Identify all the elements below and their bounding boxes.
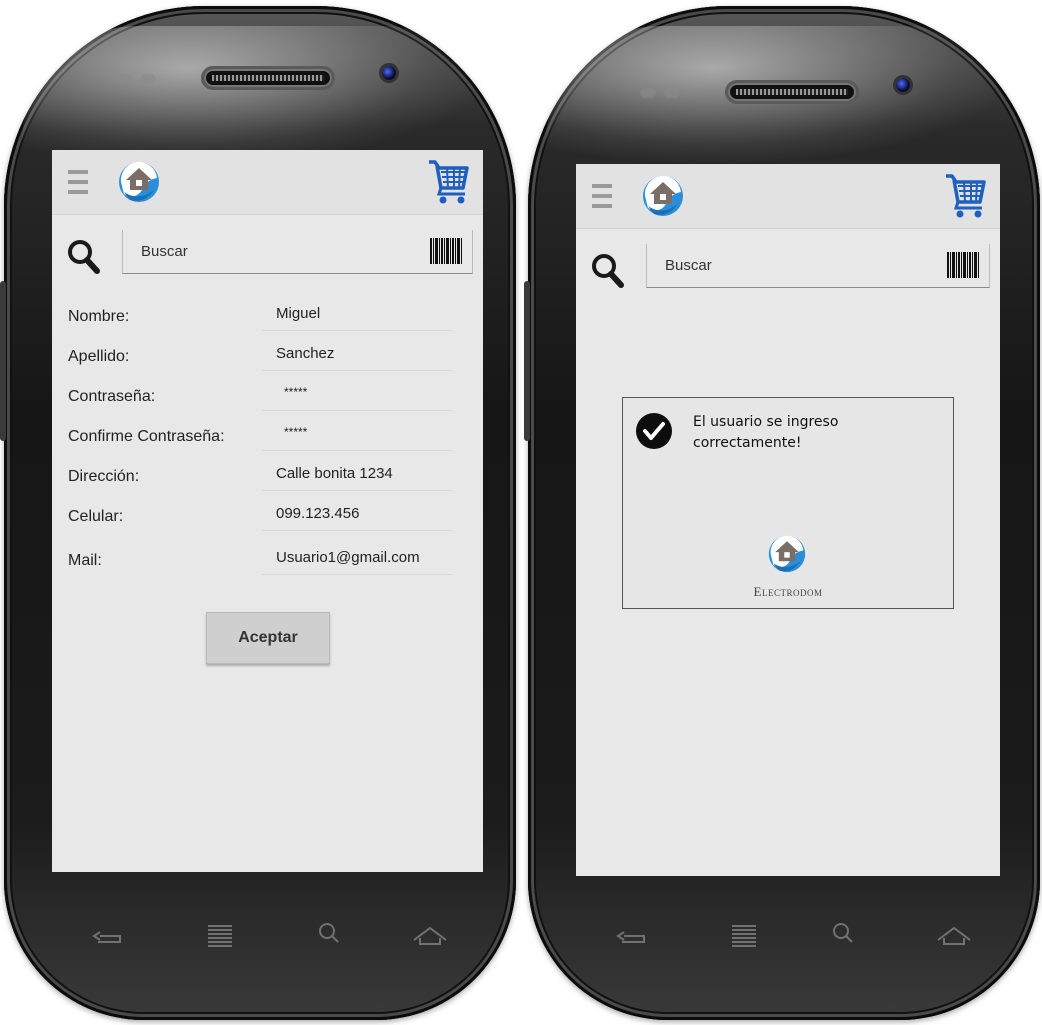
form-label: Contraseña: bbox=[68, 388, 156, 405]
speaker-grille bbox=[204, 69, 332, 87]
phone-gloss bbox=[22, 26, 498, 166]
field-value: Miguel bbox=[276, 305, 321, 322]
form-label: Dirección: bbox=[68, 468, 140, 485]
logo-icon[interactable] bbox=[116, 160, 162, 204]
nombre-field[interactable]: Miguel bbox=[262, 296, 452, 331]
back-icon[interactable] bbox=[90, 914, 130, 954]
form-label: Nombre: bbox=[68, 308, 130, 325]
accept-button[interactable]: Aceptar bbox=[206, 612, 330, 664]
form-row-direccion: Dirección: Calle bonita 1234 bbox=[52, 456, 483, 496]
form-label: Mail: bbox=[68, 552, 102, 569]
recent-icon[interactable] bbox=[200, 914, 240, 954]
field-value: ***** bbox=[284, 385, 308, 399]
address-field[interactable]: Calle bonita 1234 bbox=[262, 456, 452, 491]
search-input[interactable]: Buscar bbox=[122, 230, 473, 274]
logo-icon[interactable] bbox=[640, 174, 686, 218]
screen-registration-form: Buscar Nombre: Miguel Apellido: Sanchez … bbox=[52, 150, 483, 872]
form-row-nombre: Nombre: Miguel bbox=[52, 296, 483, 336]
form-row-confirme: Confirme Contraseña: ***** bbox=[52, 416, 483, 456]
app-bar bbox=[52, 150, 483, 215]
field-value: 099.123.456 bbox=[276, 505, 360, 522]
sensor bbox=[140, 74, 156, 84]
confirm-password-field[interactable]: ***** bbox=[262, 416, 452, 451]
form-label: Apellido: bbox=[68, 348, 130, 365]
side-button bbox=[524, 281, 530, 441]
front-camera bbox=[382, 66, 396, 80]
front-camera bbox=[896, 78, 910, 92]
search-nav-icon[interactable] bbox=[310, 914, 350, 954]
search-nav-icon[interactable] bbox=[824, 914, 864, 954]
search-placeholder: Buscar bbox=[141, 243, 188, 260]
barcode-icon[interactable] bbox=[947, 252, 979, 278]
email-field[interactable]: Usuario1@gmail.com bbox=[262, 540, 452, 575]
search-icon[interactable] bbox=[590, 252, 624, 288]
system-nav-bar bbox=[588, 914, 988, 954]
back-icon[interactable] bbox=[614, 914, 654, 954]
home-icon[interactable] bbox=[934, 914, 974, 954]
app-bar bbox=[576, 164, 1000, 229]
apellido-field[interactable]: Sanchez bbox=[262, 336, 452, 371]
phone-left: Buscar Nombre: Miguel Apellido: Sanchez … bbox=[0, 6, 516, 1020]
system-nav-bar bbox=[64, 914, 464, 954]
side-button bbox=[0, 281, 6, 441]
search-input[interactable]: Buscar bbox=[646, 244, 990, 288]
search-row: Buscar bbox=[576, 244, 1000, 294]
form-label: Confirme Contraseña: bbox=[68, 428, 225, 445]
menu-icon[interactable] bbox=[68, 170, 88, 198]
cart-icon[interactable] bbox=[427, 154, 471, 210]
form-label: Celular: bbox=[68, 508, 124, 525]
brand-name: Electrodom bbox=[753, 584, 823, 599]
password-field[interactable]: ***** bbox=[262, 376, 452, 411]
recent-icon[interactable] bbox=[724, 914, 764, 954]
field-value: Calle bonita 1234 bbox=[276, 465, 393, 482]
menu-icon[interactable] bbox=[592, 184, 612, 212]
sensor bbox=[116, 74, 132, 84]
search-icon[interactable] bbox=[66, 238, 100, 274]
electrodom-logo-icon bbox=[763, 534, 811, 574]
form-row-contrasena: Contraseña: ***** bbox=[52, 376, 483, 416]
success-message: El usuario se ingreso correctamente! bbox=[693, 414, 839, 451]
speaker-grille bbox=[728, 83, 856, 101]
field-value: Sanchez bbox=[276, 345, 335, 362]
search-row: Buscar bbox=[52, 230, 483, 280]
cart-icon[interactable] bbox=[944, 168, 988, 224]
screen-success: Buscar El usuario se ingreso correctamen… bbox=[576, 164, 1000, 876]
form-row-apellido: Apellido: Sanchez bbox=[52, 336, 483, 376]
phone-right: Buscar El usuario se ingreso correctamen… bbox=[524, 6, 1040, 1020]
field-value: Usuario1@gmail.com bbox=[276, 549, 420, 566]
barcode-icon[interactable] bbox=[430, 238, 462, 264]
form-row-mail: Mail: Usuario1@gmail.com bbox=[52, 540, 483, 580]
success-dialog: El usuario se ingreso correctamente! Ele… bbox=[622, 397, 954, 609]
field-value: ***** bbox=[284, 425, 308, 439]
search-placeholder: Buscar bbox=[665, 257, 712, 274]
check-icon bbox=[636, 413, 672, 449]
form-row-celular: Celular: 099.123.456 bbox=[52, 496, 483, 536]
sensor bbox=[640, 88, 656, 98]
sensor bbox=[664, 88, 680, 98]
home-icon[interactable] bbox=[410, 914, 450, 954]
phone-field[interactable]: 099.123.456 bbox=[262, 496, 452, 531]
